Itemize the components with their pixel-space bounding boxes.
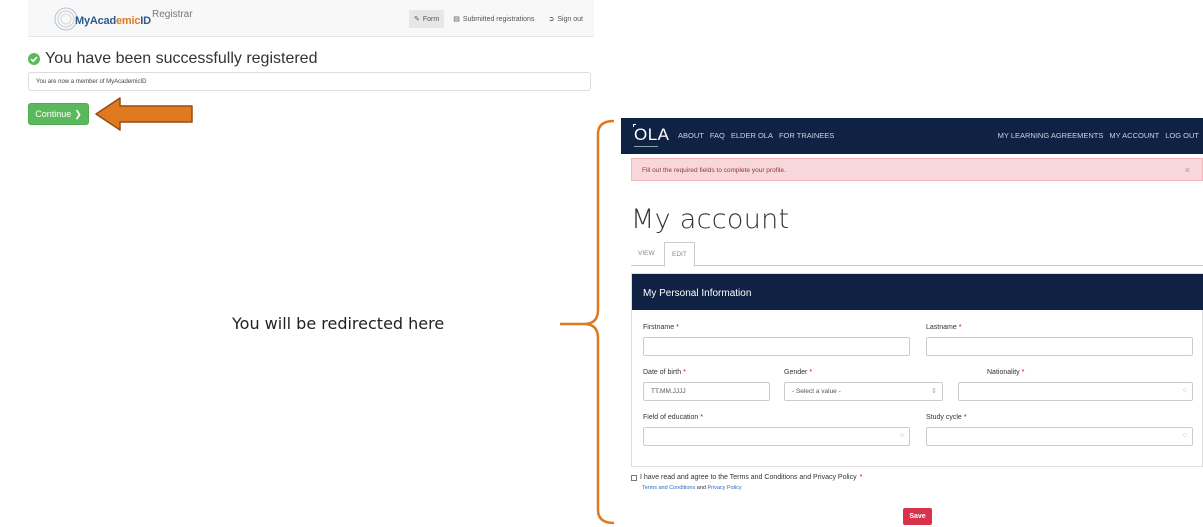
terms-link[interactable]: Terms and Conditions <box>642 485 695 491</box>
terms-links: Terms and Conditions and Privacy Policy <box>642 485 742 491</box>
menu-elder-ola[interactable]: ELDER OLA <box>731 131 773 140</box>
section-title: My Personal Information <box>632 274 1203 310</box>
study-cycle-label: Study cycle * <box>926 414 967 421</box>
logo-text: MyAcademicID <box>75 15 151 27</box>
success-title: You have been successfully registered <box>45 50 318 67</box>
field-of-education-label: Field of education * <box>643 414 703 421</box>
nav-form-link[interactable]: ✎ Form <box>409 10 445 28</box>
ola-panel: OLA ABOUT FAQ ELDER OLA FOR TRAINEES MY … <box>621 118 1203 527</box>
dob-input[interactable]: TT.MM.JJJJ <box>643 382 770 401</box>
tab-edit[interactable]: EDIT <box>664 242 695 267</box>
main-menu: ABOUT FAQ ELDER OLA FOR TRAINEES <box>678 131 834 140</box>
lastname-label: Lastname * <box>926 324 962 331</box>
autocomplete-icon: ○ <box>1182 387 1187 394</box>
edit-icon: ✎ <box>414 16 420 23</box>
alert-message: Fill out the required fields to complete… <box>642 167 786 174</box>
user-menu: MY LEARNING AGREEMENTS MY ACCOUNT LOG OU… <box>998 131 1199 140</box>
terms-agreement-label: I have read and agree to the Terms and C… <box>640 474 857 481</box>
personal-information-section: My Personal Information Firstname * Last… <box>631 273 1203 467</box>
lastname-input[interactable] <box>926 337 1193 356</box>
profile-alert: Fill out the required fields to complete… <box>631 158 1203 181</box>
sign-out-icon: ➲ <box>548 16 555 23</box>
menu-about[interactable]: ABOUT <box>678 131 704 140</box>
continue-button[interactable]: Continue ❯ <box>28 103 89 125</box>
nationality-label: Nationality * <box>987 369 1025 376</box>
autocomplete-icon: ○ <box>1182 432 1187 439</box>
select-arrows-icon: ⇕ <box>931 388 937 395</box>
gender-select[interactable]: - Select a value - ⇕ <box>784 382 943 401</box>
menu-for-trainees[interactable]: FOR TRAINEES <box>779 131 834 140</box>
menu-my-account[interactable]: MY ACCOUNT <box>1109 131 1159 140</box>
nav-links: ✎ Form ▤ Submitted registrations ➲ Sign … <box>409 10 588 28</box>
nav-sign-out-link[interactable]: ➲ Sign out <box>543 10 588 28</box>
autocomplete-icon: ○ <box>899 432 904 439</box>
firstname-label: Firstname * <box>643 324 679 331</box>
list-icon: ▤ <box>453 16 460 23</box>
curly-brace-icon <box>560 119 615 525</box>
terms-agreement: I have read and agree to the Terms and C… <box>631 474 862 481</box>
tab-view[interactable]: VIEW <box>631 246 662 261</box>
dob-label: Date of birth * <box>643 369 686 376</box>
menu-faq[interactable]: FAQ <box>710 131 725 140</box>
privacy-link[interactable]: Privacy Policy <box>707 485 741 491</box>
redirect-annotation: You will be redirected here <box>232 314 445 333</box>
section-label: Registrar <box>152 9 193 20</box>
field-of-education-input[interactable]: ○ <box>643 427 910 446</box>
terms-checkbox[interactable] <box>631 474 637 481</box>
nationality-input[interactable]: ○ <box>958 382 1193 401</box>
save-button[interactable]: Save <box>903 508 932 525</box>
ola-logo[interactable]: OLA <box>634 125 670 145</box>
page-title: My account <box>631 204 790 235</box>
firstname-input[interactable] <box>643 337 910 356</box>
chevron-right-icon: ❯ <box>74 108 82 119</box>
top-navbar: MyAcademicID Registrar ✎ Form ▤ Submitte… <box>28 0 594 37</box>
brand-underline <box>634 144 658 147</box>
gender-label: Gender * <box>784 369 813 376</box>
account-tabs: VIEW EDIT <box>631 240 1203 267</box>
menu-log-out[interactable]: LOG OUT <box>1165 131 1199 140</box>
membership-message: You are now a member of MyAcademicID <box>28 72 591 91</box>
arrow-left-icon <box>95 97 193 131</box>
nav-submitted-registrations-link[interactable]: ▤ Submitted registrations <box>448 10 539 28</box>
study-cycle-input[interactable]: ○ <box>926 427 1193 446</box>
menu-my-learning-agreements[interactable]: MY LEARNING AGREEMENTS <box>998 131 1104 140</box>
close-icon[interactable]: × <box>1185 165 1190 175</box>
check-circle-icon <box>28 53 40 65</box>
success-header: You have been successfully registered <box>28 50 317 68</box>
ola-navbar: OLA ABOUT FAQ ELDER OLA FOR TRAINEES MY … <box>621 118 1203 154</box>
